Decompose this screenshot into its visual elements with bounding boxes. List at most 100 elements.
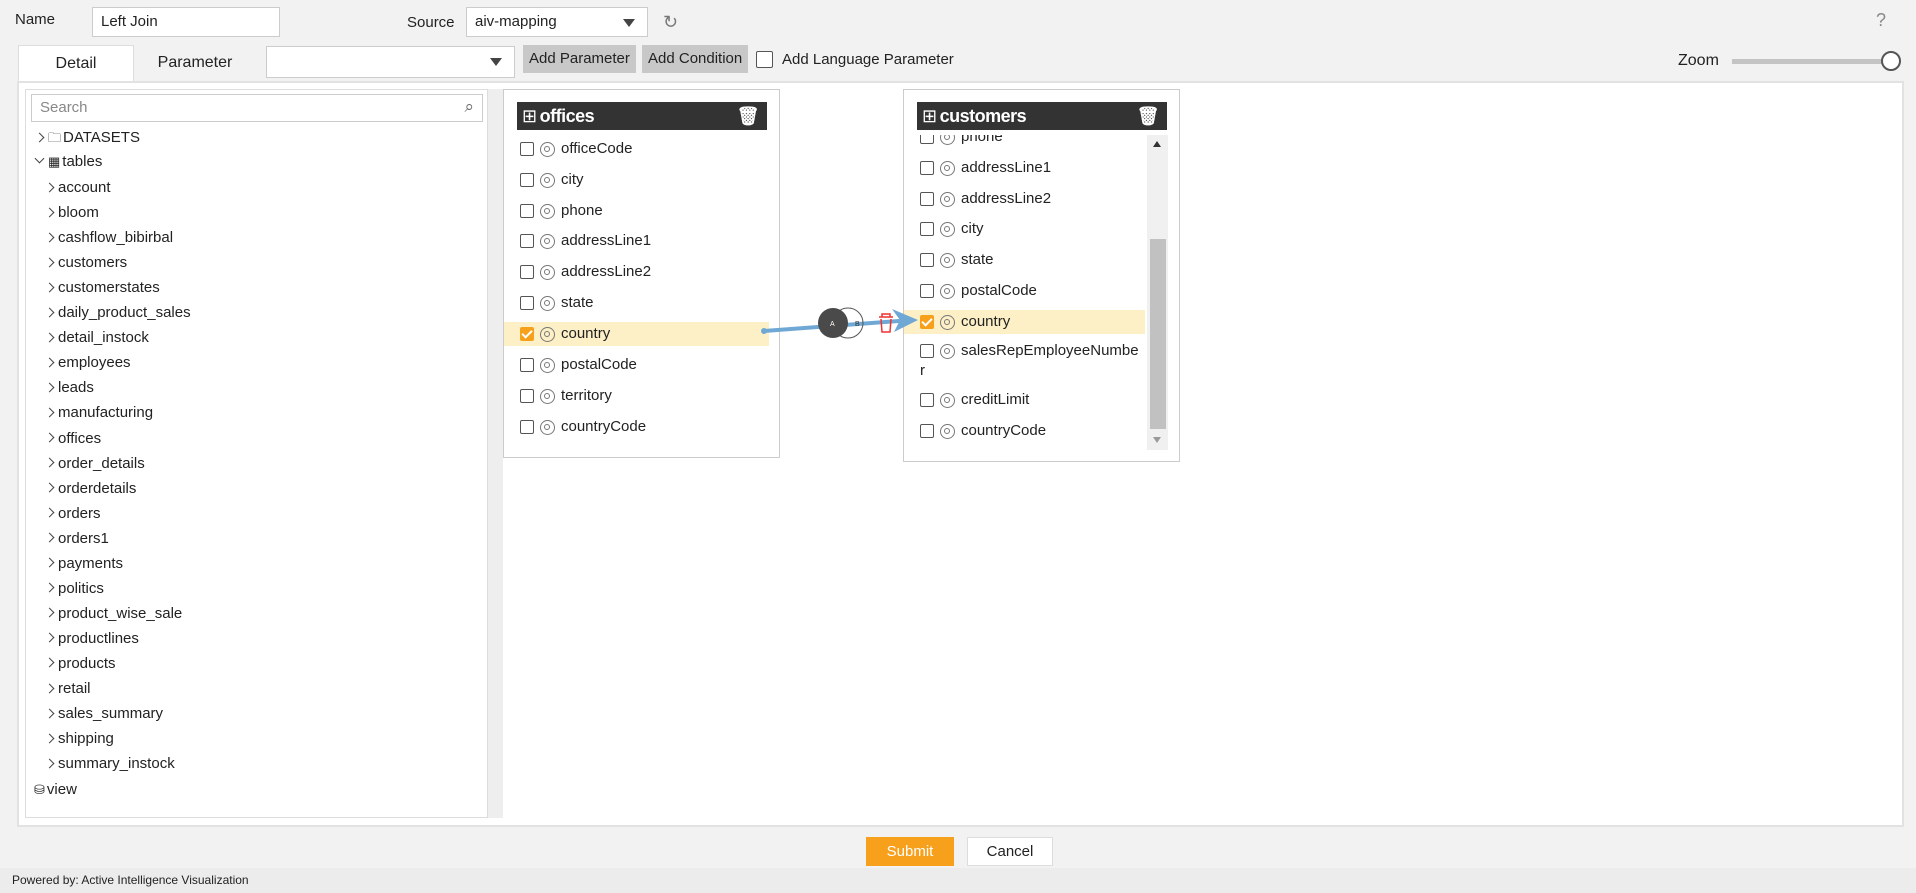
zoom-slider-handle[interactable] (1881, 51, 1901, 71)
eye-icon[interactable] (540, 264, 555, 280)
tree-item-payments[interactable]: payments (44, 553, 123, 575)
eye-icon[interactable] (540, 419, 555, 435)
offices-header[interactable]: ⊞ offices 🗑︎ (517, 102, 767, 130)
column-row-state[interactable]: state (904, 248, 1145, 272)
tree-item-detail_instock[interactable]: detail_instock (44, 327, 149, 349)
tree-item-summary_instock[interactable]: summary_instock (44, 753, 175, 775)
submit-button[interactable]: Submit (866, 837, 954, 866)
column-checkbox[interactable] (520, 420, 534, 435)
trash-icon[interactable]: 🗑︎ (1137, 102, 1160, 130)
tree-item-orders[interactable]: orders (44, 503, 101, 525)
chevron-right-icon[interactable] (44, 532, 55, 543)
tree-item-order_details[interactable]: order_details (44, 453, 145, 475)
column-row-city[interactable]: city (504, 168, 769, 192)
add-language-parameter-checkbox[interactable] (756, 51, 773, 68)
zoom-slider[interactable] (1732, 59, 1892, 64)
chevron-right-icon[interactable] (44, 332, 55, 343)
chevron-right-icon[interactable] (44, 582, 55, 593)
chevron-right-icon[interactable] (44, 758, 55, 769)
column-row-addressLine2[interactable]: addressLine2 (904, 187, 1145, 211)
tree-item-customerstates[interactable]: customerstates (44, 277, 160, 299)
column-checkbox[interactable] (520, 234, 534, 249)
help-icon[interactable]: ? (1876, 10, 1886, 31)
column-row-creditLimit[interactable]: creditLimit (904, 388, 1145, 412)
column-row-territory[interactable]: territory (504, 384, 769, 408)
tree-item-productlines[interactable]: productlines (44, 628, 139, 650)
source-select[interactable]: aiv-mapping (466, 7, 648, 37)
tree-datasets[interactable]: 🗀︎ DATASETS (34, 127, 140, 149)
column-row-officeCode[interactable]: officeCode (504, 137, 769, 161)
eye-icon[interactable] (540, 203, 555, 219)
offices-table-box[interactable]: ⊞ offices 🗑︎ officeCode city phone addressLin… (503, 89, 780, 458)
column-row-city[interactable]: city (904, 217, 1145, 241)
chevron-right-icon[interactable] (44, 457, 55, 468)
tree-item-employees[interactable]: employees (44, 352, 131, 374)
column-checkbox[interactable] (920, 424, 934, 439)
chevron-down-icon[interactable] (34, 153, 45, 163)
scroll-down-icon[interactable] (1153, 437, 1161, 443)
eye-icon[interactable] (940, 423, 955, 439)
tree-tables[interactable]: ▦ tables (34, 151, 102, 173)
chevron-right-icon[interactable] (44, 357, 55, 368)
tree-item-cashflow_bibirbal[interactable]: cashflow_bibirbal (44, 227, 173, 249)
column-row-addressLine1[interactable]: addressLine1 (904, 156, 1145, 180)
customers-header[interactable]: ⊞ customers 🗑︎ (917, 102, 1167, 130)
chevron-right-icon[interactable] (44, 507, 55, 518)
chevron-right-icon[interactable] (44, 207, 55, 218)
eye-icon[interactable] (940, 343, 955, 359)
tree-item-retail[interactable]: retail (44, 678, 91, 700)
eye-icon[interactable] (540, 357, 555, 373)
tree-item-sales_summary[interactable]: sales_summary (44, 703, 163, 725)
refresh-icon[interactable]: ↻ (663, 12, 678, 33)
tree-item-orders1[interactable]: orders1 (44, 528, 109, 550)
customers-table-box[interactable]: ⊞ customers 🗑︎ phone addressLine1 addressLin… (903, 89, 1180, 462)
column-checkbox[interactable] (920, 161, 934, 176)
trash-icon[interactable]: 🗑︎ (737, 102, 760, 130)
eye-icon[interactable] (540, 172, 555, 188)
column-checkbox[interactable] (520, 204, 534, 219)
scroll-up-icon[interactable] (1153, 141, 1161, 147)
column-checkbox[interactable] (920, 135, 934, 145)
add-condition-button[interactable]: Add Condition (642, 45, 749, 73)
chevron-right-icon[interactable] (34, 132, 45, 142)
chevron-right-icon[interactable] (44, 683, 55, 693)
chevron-right-icon[interactable] (44, 482, 55, 493)
column-row-country[interactable]: country (504, 322, 769, 346)
eye-icon[interactable] (540, 388, 555, 404)
chevron-right-icon[interactable] (44, 282, 55, 293)
column-row-countryCode[interactable]: countryCode (904, 419, 1145, 443)
chevron-right-icon[interactable] (44, 557, 55, 568)
chevron-right-icon[interactable] (44, 382, 55, 393)
column-checkbox[interactable] (520, 173, 534, 188)
column-checkbox[interactable] (920, 393, 934, 408)
parameter-select[interactable] (266, 46, 515, 78)
tree-item-leads[interactable]: leads (44, 377, 94, 399)
tree-item-account[interactable]: account (44, 177, 111, 199)
column-row-addressLine1[interactable]: addressLine1 (504, 229, 769, 253)
scrollbar-thumb[interactable] (1150, 239, 1166, 429)
chevron-right-icon[interactable] (44, 708, 55, 719)
chevron-right-icon[interactable] (44, 607, 55, 618)
column-checkbox[interactable] (920, 192, 934, 207)
column-checkbox[interactable] (520, 389, 534, 404)
column-checkbox[interactable] (520, 296, 534, 311)
splitter-handle[interactable] (488, 89, 503, 818)
tree-item-bloom[interactable]: bloom (44, 202, 99, 224)
chevron-right-icon[interactable] (44, 407, 55, 418)
eye-icon[interactable] (940, 221, 955, 237)
column-row-state[interactable]: state (504, 291, 769, 315)
column-checkbox[interactable] (520, 142, 534, 157)
eye-icon[interactable] (540, 233, 555, 249)
column-checkbox[interactable] (520, 358, 534, 373)
scrollbar[interactable] (1147, 135, 1168, 450)
tree-item-orderdetails[interactable]: orderdetails (44, 478, 136, 500)
chevron-right-icon[interactable] (44, 182, 55, 192)
chevron-right-icon[interactable] (44, 432, 55, 443)
column-row-country[interactable]: country (904, 310, 1145, 334)
chevron-right-icon[interactable] (44, 658, 55, 668)
tree-view[interactable]: ⛁ view (34, 779, 77, 801)
eye-icon[interactable] (540, 326, 555, 342)
tree-item-customers[interactable]: customers (44, 252, 127, 274)
column-row-salesRepEmployeeNumber[interactable]: salesRepEmployeeNumber (904, 341, 1145, 385)
column-row-phone[interactable]: phone (904, 135, 1145, 149)
